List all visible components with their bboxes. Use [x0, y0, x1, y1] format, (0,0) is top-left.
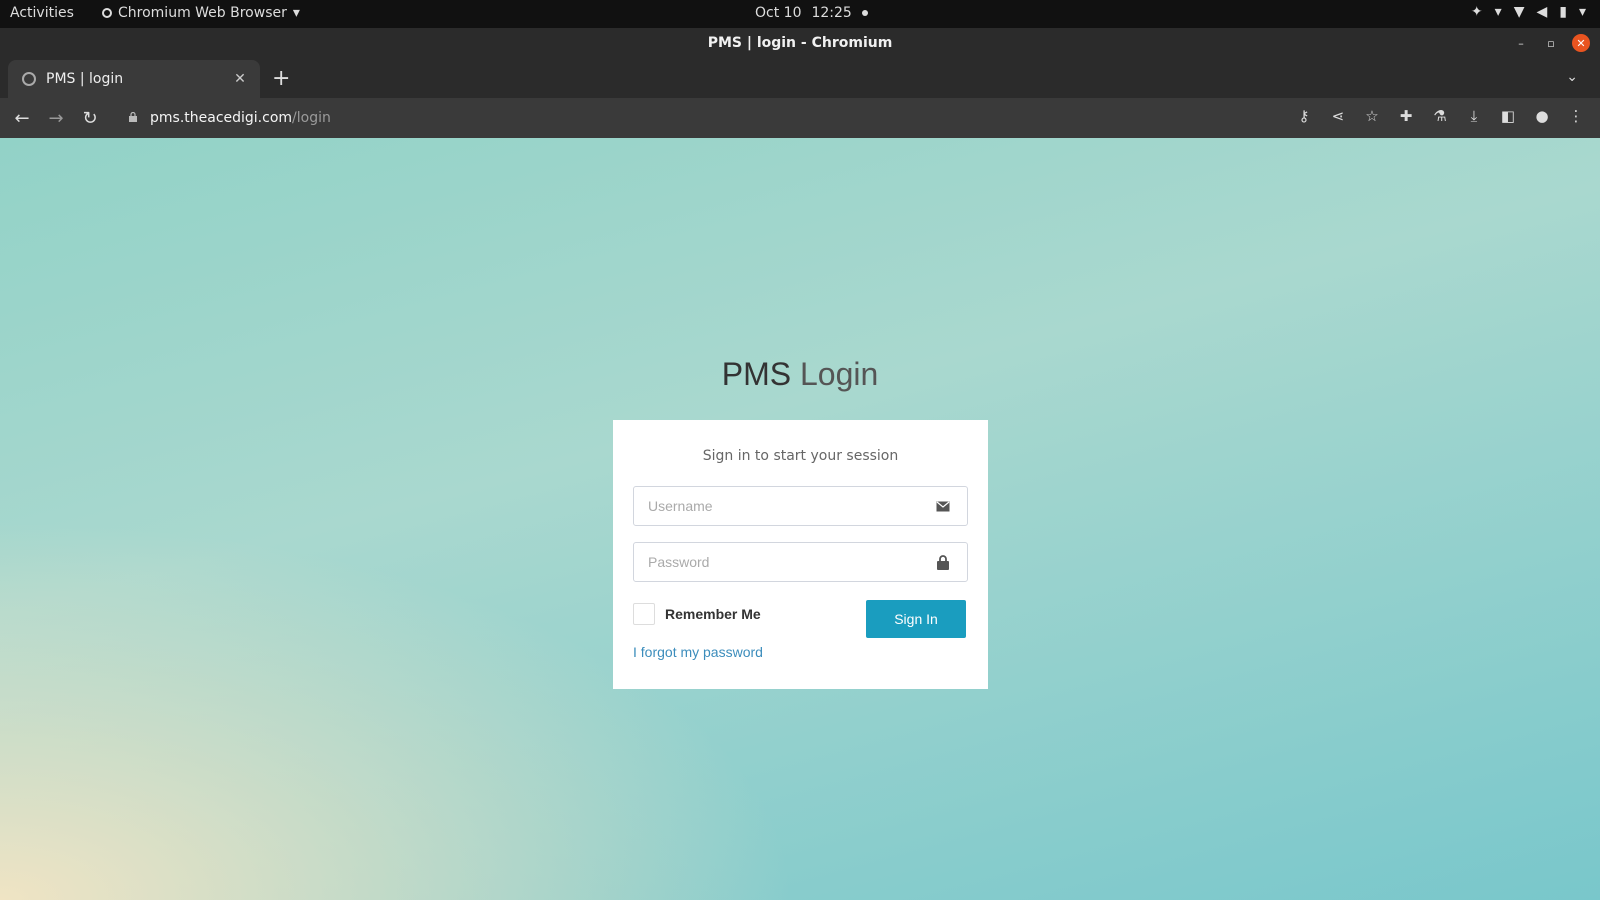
time-label: 12:25 [811, 5, 852, 21]
clock[interactable]: Oct 10 12:25 [755, 5, 868, 21]
remember-me-checkbox[interactable] [633, 603, 655, 625]
close-window-button[interactable]: ✕ [1572, 34, 1590, 52]
login-box-message: Sign in to start your session [702, 448, 899, 464]
window-controls: – ▫ ✕ [1512, 34, 1590, 52]
new-tab-button[interactable]: + [272, 66, 290, 91]
title-light: Login [799, 356, 879, 392]
username-input[interactable] [646, 490, 931, 522]
login-box: Sign in to start your session Remember M… [613, 420, 988, 689]
bookmark-star-icon[interactable]: ☆ [1362, 106, 1382, 126]
remember-me[interactable]: Remember Me [633, 603, 761, 625]
password-field[interactable] [633, 542, 968, 582]
maximize-button[interactable]: ▫ [1542, 34, 1560, 52]
browser-toolbar: ← → ↻ pms.theacedigi.com/login ⚷ ⋖ ☆ ✚ ⚗… [0, 98, 1600, 138]
globe-icon [22, 72, 36, 86]
remember-me-label[interactable]: Remember Me [665, 606, 761, 622]
activities-button[interactable]: Activities [10, 5, 74, 21]
window-title-bar: PMS | login - Chromium – ▫ ✕ [0, 28, 1600, 60]
chromium-icon [102, 8, 112, 18]
more-menu-icon[interactable]: ⋮ [1566, 106, 1586, 126]
envelope-icon [931, 501, 955, 512]
labs-flask-icon[interactable]: ⚗ [1430, 106, 1450, 126]
address-bar[interactable]: pms.theacedigi.com/login [118, 104, 1268, 132]
os-top-bar: Activities Chromium Web Browser ▾ Oct 10… [0, 0, 1600, 28]
toolbar-actions: ⚷ ⋖ ☆ ✚ ⚗ ⤓ ◧ ● ⋮ [1294, 106, 1586, 126]
tab-bar: PMS | login ✕ + ⌄ [0, 60, 1600, 98]
share-icon[interactable]: ⋖ [1328, 106, 1348, 126]
system-tray[interactable]: ✦ ▾ ▼ ◀ ▮ ▾ [1471, 4, 1586, 20]
chevron-down-icon: ▾ [1578, 4, 1586, 20]
lock-icon[interactable] [118, 110, 150, 126]
key-icon[interactable]: ⚷ [1294, 106, 1314, 126]
url-path: /login [292, 110, 331, 126]
accessibility-icon[interactable]: ✦ [1471, 4, 1483, 20]
date-label: Oct 10 [755, 5, 802, 21]
back-button[interactable]: ← [10, 106, 34, 130]
title-bold: PMS [721, 356, 792, 392]
volume-icon: ◀ [1536, 4, 1548, 20]
tab-label: PMS | login [46, 71, 124, 87]
password-input[interactable] [646, 546, 931, 578]
download-icon[interactable]: ⤓ [1464, 106, 1484, 126]
wifi-icon: ▼ [1513, 4, 1525, 20]
app-menu-label: Chromium Web Browser [118, 5, 287, 21]
page-title: PMS Login [0, 356, 1600, 393]
window-title: PMS | login - Chromium [707, 35, 893, 51]
username-field[interactable] [633, 486, 968, 526]
page-viewport: PMS Login Sign in to start your session … [0, 138, 1600, 900]
side-panel-icon[interactable]: ◧ [1498, 106, 1518, 126]
chevron-down-icon: ▾ [1494, 4, 1502, 20]
forward-button[interactable]: → [44, 106, 68, 130]
notification-dot-icon [861, 10, 868, 16]
close-tab-icon[interactable]: ✕ [230, 71, 250, 87]
battery-icon: ▮ [1559, 4, 1567, 20]
app-menu[interactable]: Chromium Web Browser ▾ [102, 5, 300, 21]
tab-pms-login[interactable]: PMS | login ✕ [8, 60, 260, 98]
url-host: pms.theacedigi.com [150, 110, 293, 126]
lock-icon [931, 554, 955, 570]
reload-button[interactable]: ↻ [78, 106, 102, 130]
forgot-password-link[interactable]: I forgot my password [633, 644, 763, 660]
sign-in-button[interactable]: Sign In [866, 600, 966, 638]
chevron-down-icon: ▾ [292, 5, 300, 21]
profile-icon[interactable]: ● [1532, 106, 1552, 126]
tab-search-button[interactable]: ⌄ [1566, 69, 1578, 85]
minimize-button[interactable]: – [1512, 34, 1530, 52]
extensions-icon[interactable]: ✚ [1396, 106, 1416, 126]
